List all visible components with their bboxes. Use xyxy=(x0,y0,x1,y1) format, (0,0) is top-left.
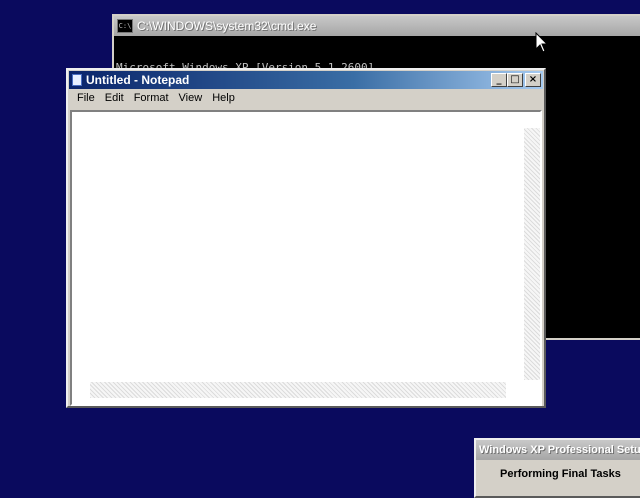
menu-bar: File Edit Format View Help xyxy=(68,89,544,107)
cmd-title-text: C:\WINDOWS\system32\cmd.exe xyxy=(137,19,317,33)
menu-view[interactable]: View xyxy=(174,92,208,104)
cmd-icon: C:\ xyxy=(117,19,133,33)
window-controls: _ □ × xyxy=(491,73,541,87)
notepad-title-text: Untitled - Notepad xyxy=(86,73,190,87)
notepad-icon xyxy=(72,74,82,86)
maximize-button[interactable]: □ xyxy=(507,73,523,87)
text-editor-area[interactable] xyxy=(70,110,542,406)
menu-edit[interactable]: Edit xyxy=(100,92,129,104)
setup-title-bar[interactable]: Windows XP Professional Setup xyxy=(476,440,640,460)
cmd-title-bar[interactable]: C:\ C:\WINDOWS\system32\cmd.exe xyxy=(114,16,640,36)
setup-window[interactable]: Windows XP Professional Setup Performing… xyxy=(474,438,640,498)
menu-help[interactable]: Help xyxy=(207,92,240,104)
mouse-cursor-icon xyxy=(535,32,549,53)
vertical-scrollbar[interactable] xyxy=(524,128,540,380)
minimize-button[interactable]: _ xyxy=(491,73,507,87)
setup-status-text: Performing Final Tasks xyxy=(500,468,621,480)
menu-format[interactable]: Format xyxy=(129,92,174,104)
horizontal-scrollbar[interactable] xyxy=(90,382,506,398)
close-button[interactable]: × xyxy=(525,73,541,87)
notepad-title-bar[interactable]: Untitled - Notepad _ □ × xyxy=(69,71,543,89)
menu-file[interactable]: File xyxy=(72,92,100,104)
notepad-window[interactable]: Untitled - Notepad _ □ × File Edit Forma… xyxy=(66,68,546,408)
